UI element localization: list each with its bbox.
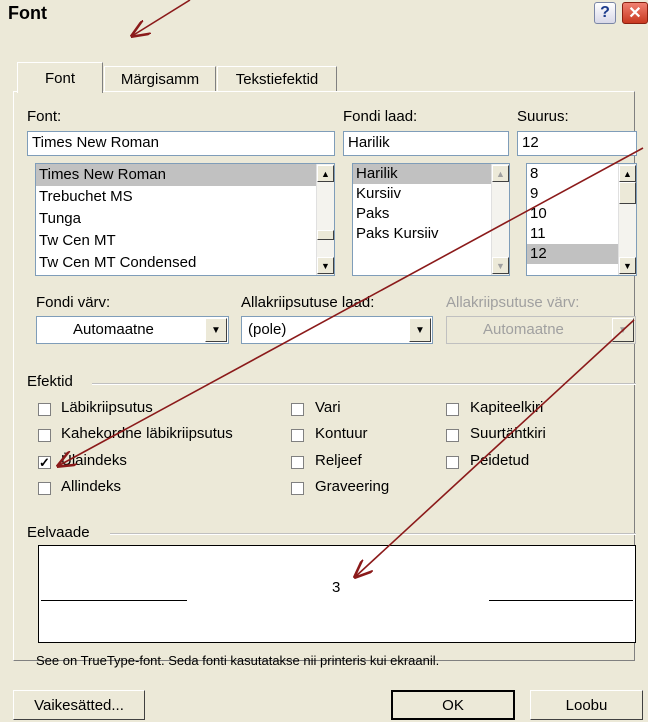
annotation-arrows [0, 0, 644, 722]
annotation-arrow-title [132, 0, 191, 36]
tab-font[interactable]: Font [17, 62, 103, 93]
annotation-arrow-preview [355, 319, 635, 577]
annotation-arrow-superscript [58, 147, 644, 466]
